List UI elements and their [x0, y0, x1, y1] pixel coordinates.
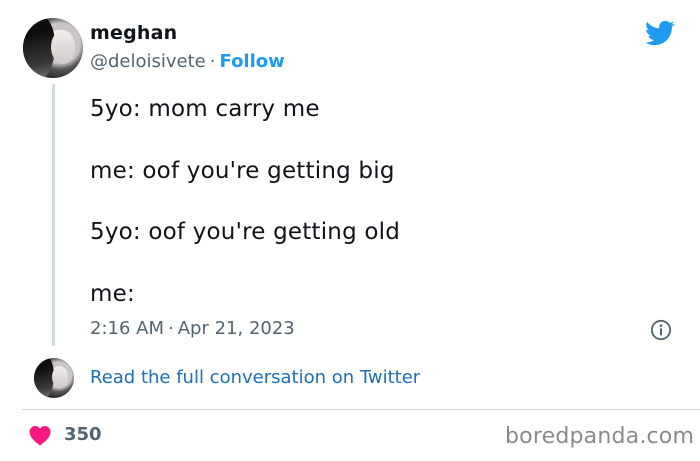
- author-handle-row: @deloisivete · Follow: [90, 51, 285, 72]
- avatar-face: [52, 366, 68, 388]
- follow-button[interactable]: Follow: [220, 51, 285, 72]
- thread-line: [52, 84, 55, 346]
- heart-icon[interactable]: [28, 425, 52, 446]
- info-icon[interactable]: [650, 319, 672, 341]
- watermark: boredpanda.com: [505, 424, 695, 449]
- tweet-line-1: 5yo: mom carry me: [90, 96, 320, 122]
- tweet-date: Apr 21, 2023: [177, 318, 295, 339]
- tweet-time: 2:16 AM: [90, 318, 164, 339]
- reply-avatar[interactable]: [34, 358, 74, 398]
- author-handle[interactable]: @deloisivete: [90, 51, 206, 72]
- like-count: 350: [64, 424, 102, 445]
- divider: [22, 409, 700, 410]
- tweet-line-3: 5yo: oof you're getting old: [90, 219, 401, 245]
- read-conversation-link[interactable]: Read the full conversation on Twitter: [90, 367, 420, 388]
- tweet-line-4: me:: [90, 281, 135, 307]
- separator-dot: ·: [209, 51, 216, 72]
- twitter-bird-icon[interactable]: [643, 18, 677, 48]
- avatar-face: [51, 30, 75, 64]
- author-avatar[interactable]: [23, 18, 83, 78]
- separator-dot: ·: [168, 318, 174, 339]
- tweet-line-2: me: oof you're getting big: [90, 158, 395, 184]
- author-name[interactable]: meghan: [90, 22, 177, 44]
- tweet-timestamp[interactable]: 2:16 AM · Apr 21, 2023: [90, 318, 295, 339]
